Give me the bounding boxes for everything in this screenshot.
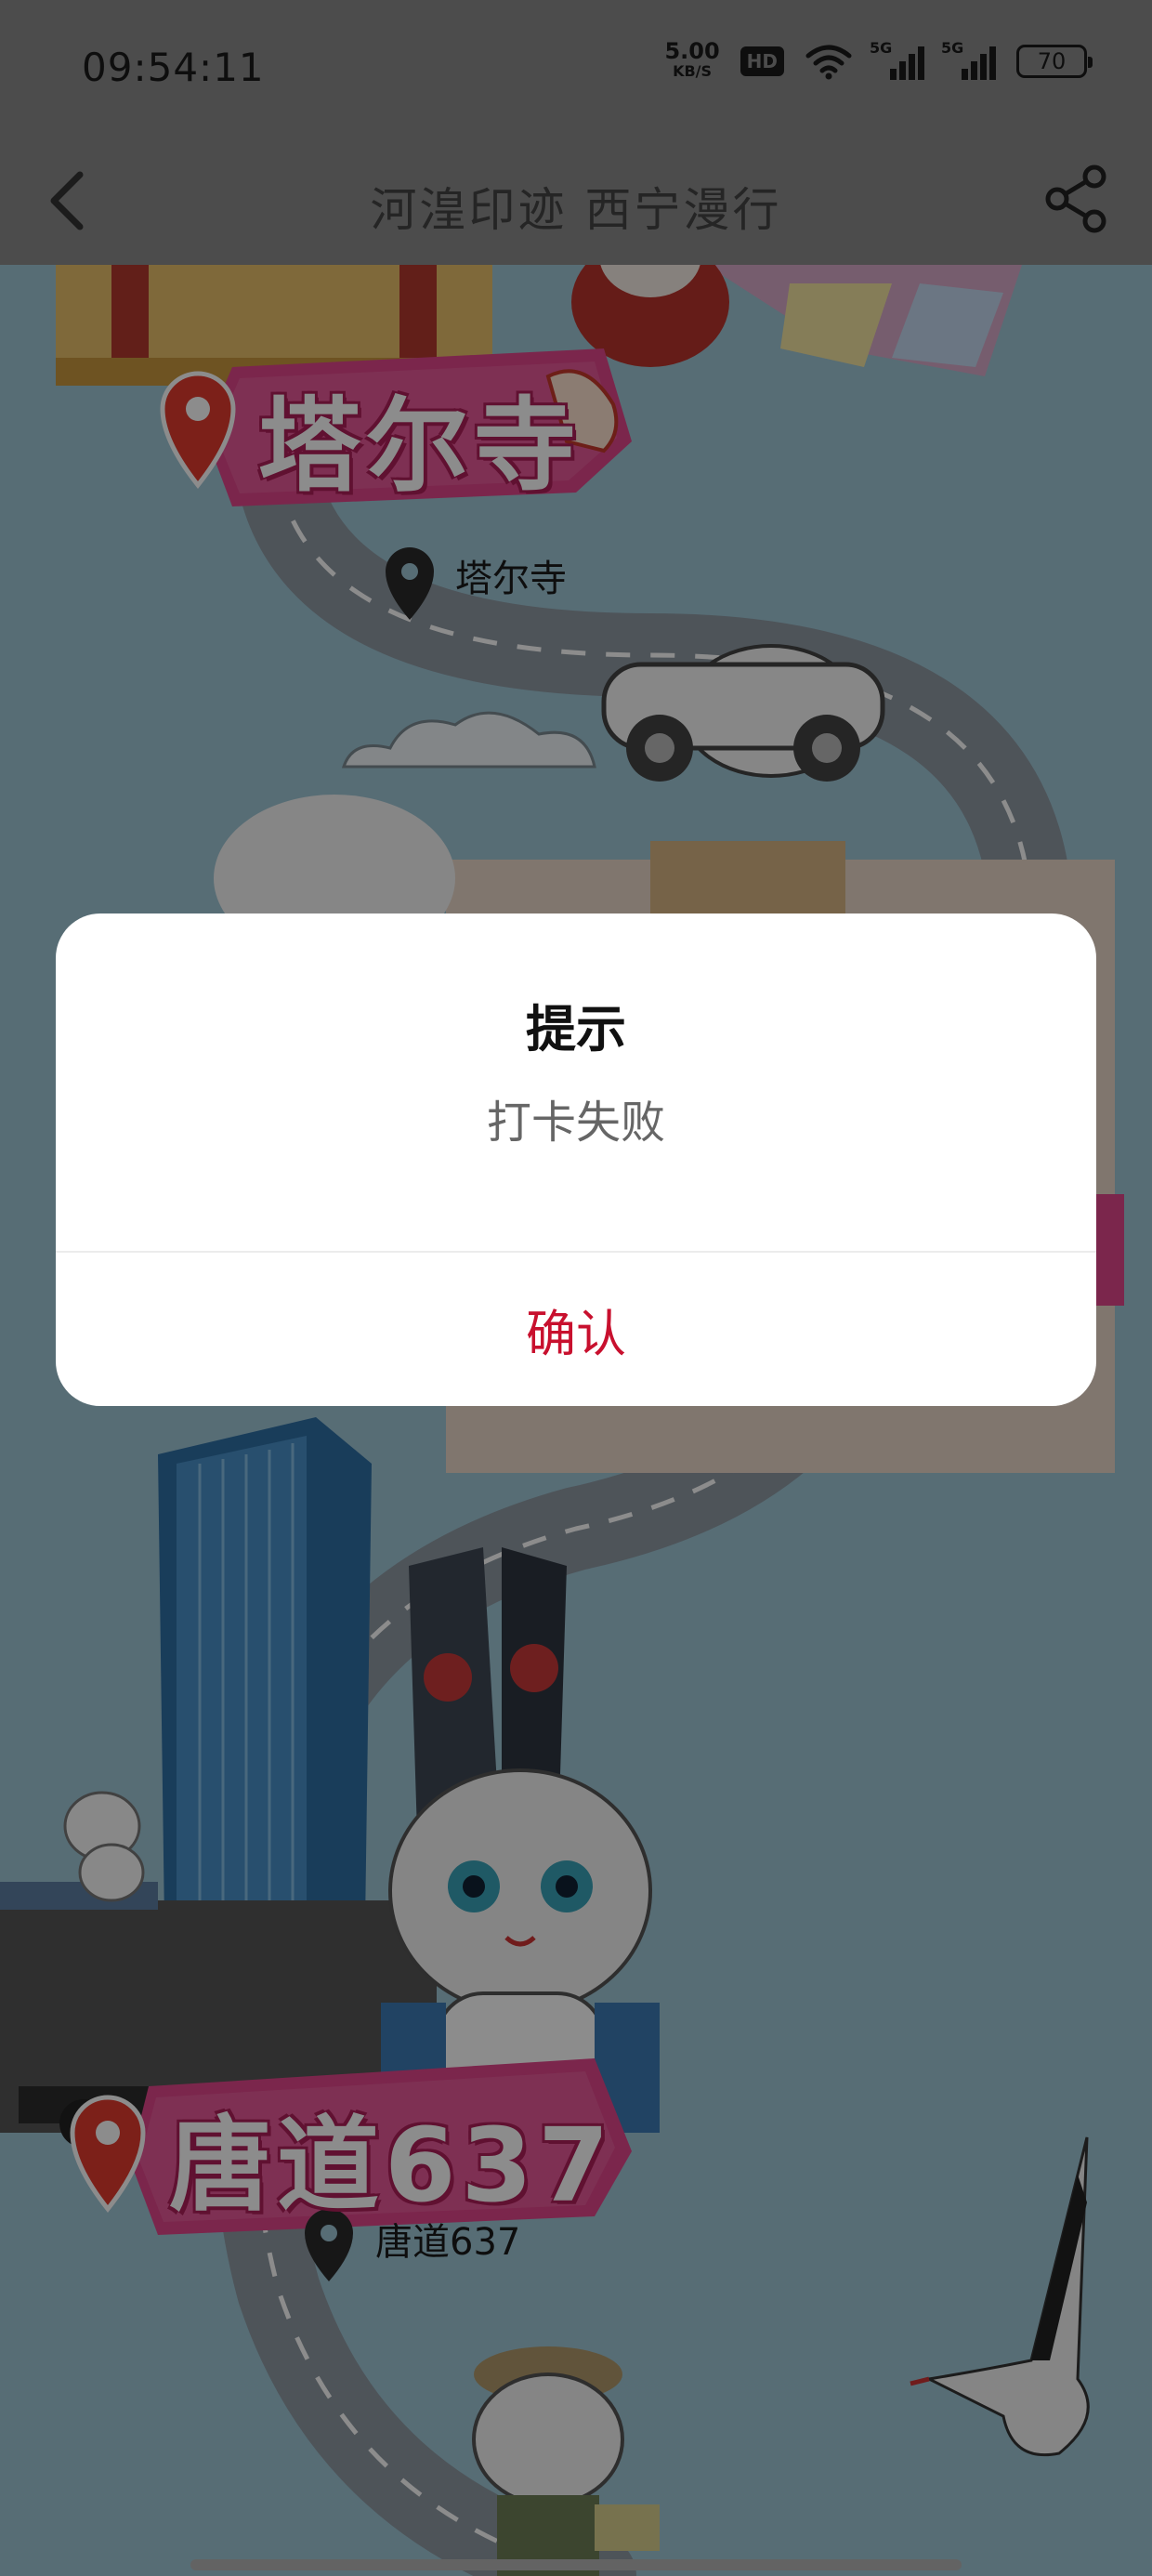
dialog-message: 打卡失败 bbox=[486, 1097, 665, 1149]
alert-dialog: 提示 打卡失败 确认 bbox=[56, 913, 1096, 1406]
confirm-button[interactable]: 确认 bbox=[56, 1253, 1096, 1406]
dialog-title: 提示 bbox=[526, 1000, 626, 1058]
